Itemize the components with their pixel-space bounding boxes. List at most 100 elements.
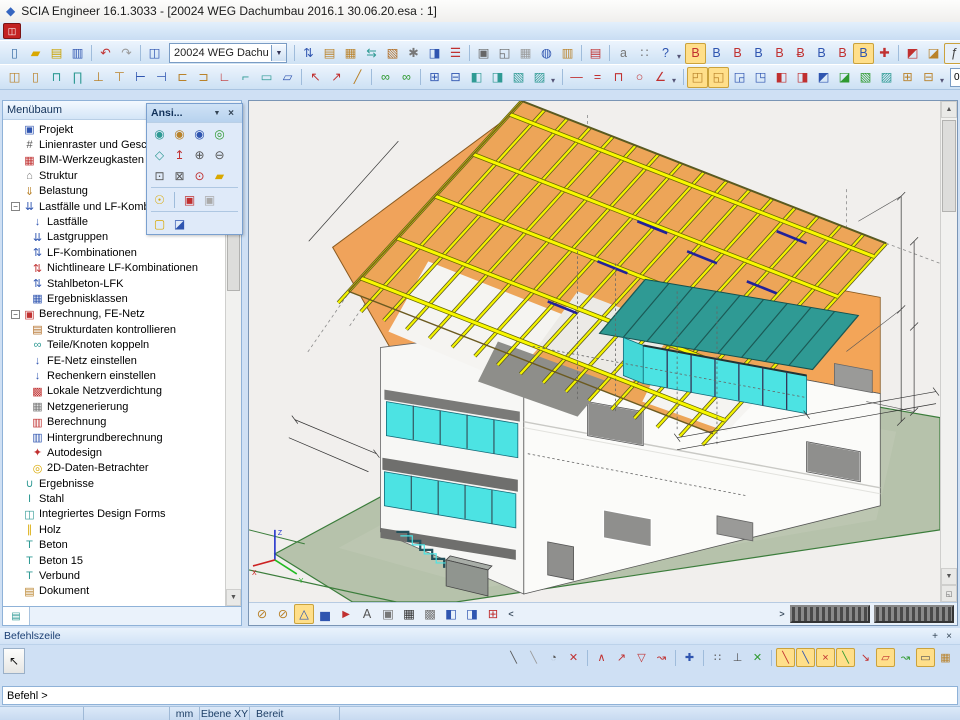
plane-tool-icon[interactable]: ▽ [632, 648, 651, 667]
snap-tangent-icon[interactable]: ↘ [856, 648, 875, 667]
visibility-folder-icon[interactable]: ◪ [923, 43, 944, 64]
expander-icon[interactable]: − [11, 310, 20, 319]
document-icon[interactable]: ▥ [557, 43, 578, 64]
draw-line-icon[interactable]: — [566, 67, 587, 88]
curve-tool-icon[interactable]: ↝ [652, 648, 671, 667]
status-units[interactable]: mm [170, 707, 200, 720]
truss-icon[interactable]: ⊏ [172, 67, 193, 88]
gallery-icon[interactable]: ▦ [340, 43, 361, 64]
tree-item[interactable]: T Beton 15 [3, 553, 225, 568]
tree-item[interactable]: ⇅ Stahlbeton-LFK [3, 276, 225, 291]
clip-below-icon[interactable]: ⊘ [273, 604, 293, 624]
delete-tool-icon[interactable]: ✕ [564, 648, 583, 667]
dot-grid-icon[interactable]: ∷ [708, 648, 727, 667]
draw-parallel-icon[interactable]: = [587, 67, 608, 88]
pin-icon[interactable]: + [928, 629, 942, 643]
show-system-lines-icon[interactable]: ◪ [834, 67, 855, 88]
frame-icon[interactable]: ⌐ [235, 67, 256, 88]
visibility-window-icon[interactable]: ◩ [902, 43, 923, 64]
light-bulb-icon[interactable]: ☉ [151, 191, 168, 208]
teamwork-icon[interactable]: ⇅ [298, 43, 319, 64]
cursor-mode-button[interactable]: ↖ [3, 648, 25, 674]
snap-dots-2-icon[interactable]: ∞ [396, 67, 417, 88]
snap-ruler-icon[interactable]: ▭ [916, 648, 935, 667]
grid-settings-icon[interactable]: ∷ [634, 43, 655, 64]
tree-item[interactable]: ∪ Ergebnisse [3, 476, 225, 491]
project-combobox[interactable]: 20024 WEG Dachu ▼ [169, 43, 287, 63]
mesh-generator-icon[interactable]: ✱ [403, 43, 424, 64]
view-axo-icon[interactable]: ◎ [211, 125, 228, 142]
render-axo-icon[interactable]: △ [294, 604, 314, 624]
results-window-icon[interactable]: ◨ [424, 43, 445, 64]
deselect-icon[interactable]: B [832, 43, 853, 64]
tree-item[interactable]: ⇅ Nichtlineare LF-Kombinationen [3, 261, 225, 276]
cursor-snap-icon[interactable]: ✚ [680, 648, 699, 667]
hidden-lines-icon[interactable]: ⊟ [918, 67, 939, 88]
fast-drawing-icon[interactable]: ⊞ [897, 67, 918, 88]
walk-mode-icon[interactable]: ↥ [171, 146, 188, 163]
layers-icon[interactable]: ▤ [319, 43, 340, 64]
screenshot-off-icon[interactable]: ▣ [201, 191, 218, 208]
snap-dots-icon[interactable]: ∞ [375, 67, 396, 88]
results-chart-icon[interactable]: ▅ [315, 604, 335, 624]
select-loads-icon[interactable]: B [769, 43, 790, 64]
menubaum-tab[interactable]: ▤ [3, 607, 30, 625]
activity-icon[interactable]: ⊞ [483, 604, 503, 624]
view-folder-icon[interactable]: ▰ [211, 167, 228, 184]
select-invert-icon[interactable]: B [811, 43, 832, 64]
zoom-selection-icon[interactable]: ⊙ [191, 167, 208, 184]
render-options-icon[interactable]: ◪ [171, 215, 188, 232]
column-icon[interactable]: ▯ [25, 67, 46, 88]
tree-item[interactable]: T Beton [3, 538, 225, 553]
tree-item[interactable]: ◎ 2D-Daten-Betrachter [3, 461, 225, 476]
snap-intersection-icon[interactable]: × [816, 648, 835, 667]
abacus-icon[interactable]: ☰ [445, 43, 466, 64]
snap-midpoint-icon[interactable]: ╲ [796, 648, 815, 667]
tree-item[interactable]: ▤ Strukturdaten kontrollieren [3, 322, 225, 337]
view-y-icon[interactable]: ◉ [171, 125, 188, 142]
show-model-data-icon[interactable]: ▧ [855, 67, 876, 88]
vector-tool-icon[interactable]: ↗ [612, 648, 631, 667]
view-x-icon[interactable]: ◉ [151, 125, 168, 142]
view-z-icon[interactable]: ◉ [191, 125, 208, 142]
open-project-icon[interactable]: ▰ [25, 43, 46, 64]
shell-icon[interactable]: ▱ [277, 67, 298, 88]
tree-item[interactable]: ◫ Integriertes Design Forms [3, 507, 225, 522]
select-filter-icon[interactable]: B [853, 43, 874, 64]
tree-item[interactable]: ↓ Rechenkern einstellen [3, 368, 225, 383]
draw-line-dashed-icon[interactable]: ╲ [524, 648, 543, 667]
close-icon[interactable]: × [942, 629, 956, 643]
show-load-labels-icon[interactable]: ◩ [813, 67, 834, 88]
calculator-icon[interactable]: ▦ [515, 43, 536, 64]
tree-item[interactable]: ▤ Dokument [3, 584, 225, 599]
select-members-icon[interactable]: B [727, 43, 748, 64]
status-plane[interactable]: Ebene XY [200, 707, 250, 720]
scroll-left-icon[interactable]: < [504, 606, 518, 622]
undo-icon[interactable]: ↶ [95, 43, 116, 64]
view-cube-icon[interactable]: ◇ [151, 146, 168, 163]
tree-item[interactable]: ▩ Lokale Netzverdichtung [3, 384, 225, 399]
show-supports-icon[interactable]: ◧ [771, 67, 792, 88]
clip-box-icon[interactable]: ▢ [151, 215, 168, 232]
tree-item[interactable]: ▦ Netzgenerierung [3, 399, 225, 414]
what-is-help-icon[interactable]: ? [655, 43, 676, 64]
print-data-icon[interactable]: ▣ [378, 604, 398, 624]
flag-icon[interactable]: ► [336, 604, 356, 624]
print-icon[interactable]: ▣ [473, 43, 494, 64]
stretch-icon[interactable]: ▨ [529, 67, 550, 88]
view-parameters-icon[interactable]: ◧ [441, 604, 461, 624]
minimized-window-bar[interactable] [874, 605, 954, 623]
calculation-flag-icon[interactable]: ▦ [399, 604, 419, 624]
menu-item[interactable] [27, 22, 45, 40]
tree-item[interactable]: ↓ FE-Netz einstellen [3, 353, 225, 368]
zoom-window-icon[interactable]: ⊡ [151, 167, 168, 184]
print-preview-icon[interactable]: ◱ [494, 43, 515, 64]
zoom-out-icon[interactable]: ⊖ [211, 146, 228, 163]
tree-item[interactable]: ▥ Hintergrundberechnung [3, 430, 225, 445]
draw-angle-icon[interactable]: ∠ [650, 67, 671, 88]
tree-item[interactable]: T Verbund [3, 568, 225, 583]
engineering-report-icon[interactable]: ▤ [585, 43, 606, 64]
rib-icon[interactable]: ⊤ [109, 67, 130, 88]
snap-table-icon[interactable]: ▦ [936, 648, 955, 667]
opening-icon[interactable]: ⊥ [88, 67, 109, 88]
